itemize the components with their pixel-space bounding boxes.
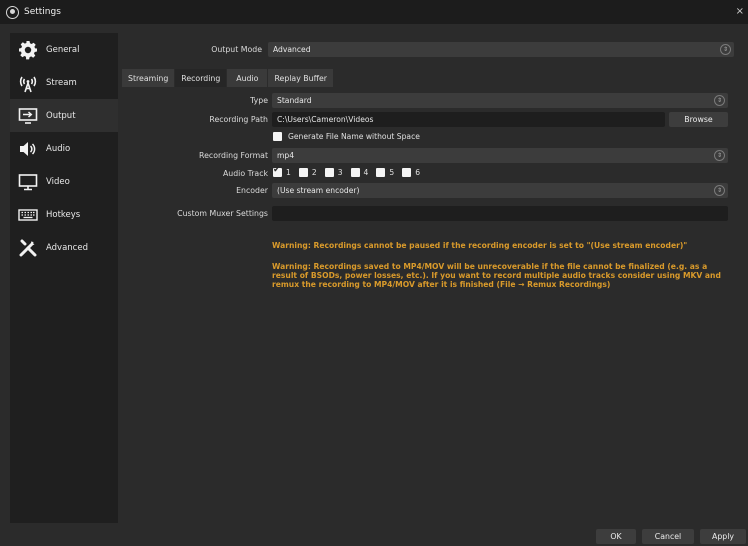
- gear-icon: [18, 40, 38, 60]
- sidebar-item-label: Video: [46, 176, 70, 187]
- type-label: Type: [250, 96, 268, 105]
- mp4-warning-line-2: result of BSODs, power losses, etc.). If…: [272, 271, 721, 280]
- window-title: Settings: [24, 7, 61, 17]
- recording-path-label: Recording Path: [209, 115, 268, 124]
- recording-format-select[interactable]: mp4 ⇕: [272, 148, 728, 163]
- recording-format-label: Recording Format: [199, 151, 268, 160]
- audio-track-2[interactable]: 2: [298, 168, 317, 177]
- recording-path-input[interactable]: C:\Users\Cameron\Videos: [272, 112, 665, 127]
- output-monitor-icon: [18, 106, 38, 126]
- output-mode-select[interactable]: Advanced ⇕: [268, 42, 734, 57]
- sidebar-item-video[interactable]: Video: [10, 165, 118, 198]
- tab-streaming[interactable]: Streaming: [122, 69, 175, 87]
- chevron-updown-icon: ⇕: [714, 150, 725, 161]
- sidebar-item-output[interactable]: Output: [10, 99, 118, 132]
- keyboard-icon: [18, 205, 38, 225]
- no-space-checkbox[interactable]: [273, 132, 282, 141]
- encoder-label: Encoder: [236, 186, 268, 195]
- mp4-warning-line-1: Warning: Recordings saved to MP4/MOV wil…: [272, 262, 708, 271]
- cancel-button[interactable]: Cancel: [642, 529, 694, 544]
- browse-button[interactable]: Browse: [669, 112, 728, 127]
- track-checkbox[interactable]: [324, 168, 334, 177]
- title-bar: Settings ×: [0, 0, 748, 24]
- no-space-label: Generate File Name without Space: [288, 132, 420, 141]
- sidebar-item-label: Stream: [46, 77, 77, 88]
- pause-warning: Warning: Recordings cannot be paused if …: [272, 241, 688, 250]
- recording-path-value: C:\Users\Cameron\Videos: [277, 115, 374, 124]
- track-checkbox[interactable]: [273, 166, 282, 177]
- broadcast-icon: [18, 73, 38, 93]
- track-checkbox[interactable]: [350, 168, 360, 177]
- tab-replay-buffer[interactable]: Replay Buffer: [268, 69, 333, 87]
- output-mode-value: Advanced: [273, 45, 311, 54]
- speaker-icon: [18, 139, 38, 159]
- ok-button[interactable]: OK: [596, 529, 636, 544]
- no-space-option[interactable]: Generate File Name without Space: [273, 132, 420, 141]
- sidebar-item-label: Audio: [46, 143, 71, 154]
- type-select[interactable]: Standard ⇕: [272, 93, 728, 108]
- sidebar-item-label: General: [46, 44, 80, 55]
- obs-logo-icon: [6, 5, 19, 19]
- track-number: 4: [363, 168, 369, 177]
- recording-format-value: mp4: [277, 151, 295, 160]
- track-checkbox[interactable]: [376, 168, 386, 177]
- monitor-icon: [18, 172, 38, 192]
- tab-audio[interactable]: Audio: [227, 69, 268, 87]
- audio-track-6[interactable]: 6: [402, 168, 420, 177]
- chevron-updown-icon: ⇕: [720, 44, 731, 55]
- audio-track-3[interactable]: 3: [324, 168, 343, 177]
- track-number: 1: [286, 168, 291, 177]
- audio-track-1[interactable]: 1: [273, 166, 291, 177]
- apply-button[interactable]: Apply: [700, 529, 746, 544]
- audio-track-group: 1 2 3 4 5 6: [273, 166, 428, 177]
- tab-recording[interactable]: Recording: [175, 69, 227, 87]
- track-checkbox[interactable]: [298, 168, 308, 177]
- sidebar-item-label: Output: [46, 110, 76, 121]
- custom-muxer-label: Custom Muxer Settings: [177, 209, 268, 218]
- sidebar-item-audio[interactable]: Audio: [10, 132, 118, 165]
- sidebar-item-label: Hotkeys: [46, 209, 81, 220]
- audio-track-4[interactable]: 4: [350, 168, 369, 177]
- mp4-warning-line-3: remux the recording to MP4/MOV after it …: [272, 280, 611, 289]
- track-number: 5: [389, 168, 395, 177]
- sidebar-item-advanced[interactable]: Advanced: [10, 231, 118, 264]
- output-tabs: Streaming Recording Audio Replay Buffer: [122, 69, 334, 87]
- chevron-updown-icon: ⇕: [714, 185, 725, 196]
- encoder-value: (Use stream encoder): [277, 186, 360, 195]
- chevron-updown-icon: ⇕: [714, 95, 725, 106]
- track-number: 3: [337, 168, 343, 177]
- audio-track-5[interactable]: 5: [376, 168, 394, 177]
- tools-icon: [18, 238, 38, 258]
- audio-track-label: Audio Track: [222, 169, 268, 178]
- custom-muxer-input[interactable]: [272, 206, 728, 221]
- track-number: 2: [311, 168, 317, 177]
- type-value: Standard: [277, 96, 312, 105]
- encoder-select[interactable]: (Use stream encoder) ⇕: [272, 183, 728, 198]
- track-checkbox[interactable]: [402, 168, 412, 177]
- sidebar-item-hotkeys[interactable]: Hotkeys: [10, 198, 118, 231]
- track-number: 6: [415, 168, 421, 177]
- settings-sidebar: General Stream Output Audio Video Hotkey…: [10, 33, 118, 523]
- close-icon[interactable]: ×: [736, 6, 744, 17]
- sidebar-item-general[interactable]: General: [10, 33, 118, 66]
- sidebar-item-stream[interactable]: Stream: [10, 66, 118, 99]
- output-mode-label: Output Mode: [211, 45, 262, 54]
- sidebar-item-label: Advanced: [46, 242, 88, 253]
